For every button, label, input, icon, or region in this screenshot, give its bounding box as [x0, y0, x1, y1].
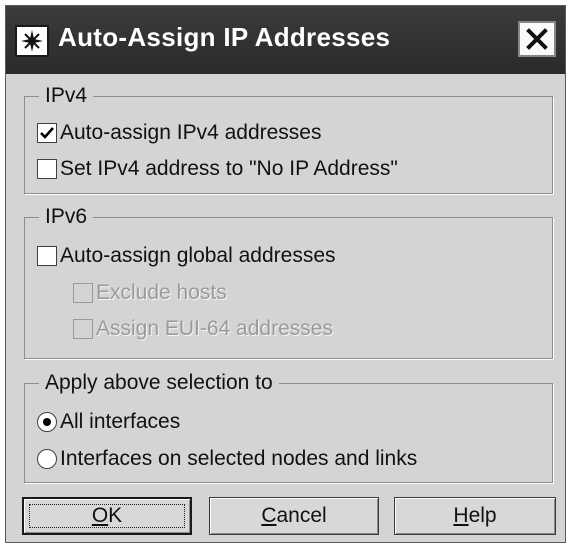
help-button-label: Help [453, 504, 497, 527]
assign-eui64-checkbox[interactable] [73, 319, 93, 339]
auto-assign-ipv4-option[interactable]: Auto-assign IPv4 addresses [37, 119, 321, 147]
apply-group: Apply above selection to All interfaces … [24, 371, 553, 483]
window-title: Auto-Assign IP Addresses [58, 22, 391, 52]
auto-assign-global-label: Auto-assign global addresses [60, 244, 336, 267]
no-ip-address-label: Set IPv4 address to "No IP Address" [60, 157, 398, 180]
ipv4-group: IPv4 Auto-assign IPv4 addresses Set IPv4… [24, 84, 553, 194]
ipv6-legend: IPv6 [39, 205, 94, 229]
radio-selected-dot [43, 418, 51, 426]
auto-assign-ipv4-label: Auto-assign IPv4 addresses [60, 121, 322, 144]
exclude-hosts-checkbox[interactable] [73, 283, 93, 303]
no-ip-address-checkbox[interactable] [37, 159, 57, 179]
exclude-hosts-label: Exclude hosts [96, 281, 227, 304]
cancel-button[interactable]: Cancel [209, 497, 379, 535]
selected-interfaces-option[interactable]: Interfaces on selected nodes and links [37, 445, 417, 473]
focus-rect [29, 504, 185, 528]
ipv4-legend: IPv4 [39, 84, 94, 108]
cancel-button-label: Cancel [261, 504, 327, 527]
no-ip-address-option[interactable]: Set IPv4 address to "No IP Address" [37, 155, 398, 183]
help-button[interactable]: Help [394, 497, 556, 535]
all-interfaces-label: All interfaces [60, 410, 181, 433]
apply-legend: Apply above selection to [39, 371, 279, 395]
checkmark-icon [40, 127, 54, 139]
close-icon [526, 28, 548, 50]
exclude-hosts-option[interactable]: Exclude hosts [73, 279, 227, 307]
assign-eui64-label: Assign EUI-64 addresses [96, 317, 333, 340]
ipv6-group: IPv6 Auto-assign global addresses Exclud… [24, 205, 553, 359]
ok-button[interactable]: OK [22, 497, 192, 535]
title-bar[interactable]: Auto-Assign IP Addresses [6, 6, 565, 74]
selected-interfaces-label: Interfaces on selected nodes and links [60, 447, 418, 470]
close-button[interactable] [518, 21, 556, 57]
all-interfaces-option[interactable]: All interfaces [37, 408, 180, 436]
auto-assign-dialog: Auto-Assign IP Addresses IPv4 Auto-assig… [5, 5, 566, 543]
selected-interfaces-radio[interactable] [37, 449, 57, 469]
star-icon [15, 25, 49, 57]
auto-assign-global-option[interactable]: Auto-assign global addresses [37, 242, 336, 270]
all-interfaces-radio[interactable] [37, 412, 57, 432]
auto-assign-ipv4-checkbox[interactable] [37, 123, 57, 143]
auto-assign-global-checkbox[interactable] [37, 246, 57, 266]
assign-eui64-option[interactable]: Assign EUI-64 addresses [73, 315, 333, 343]
